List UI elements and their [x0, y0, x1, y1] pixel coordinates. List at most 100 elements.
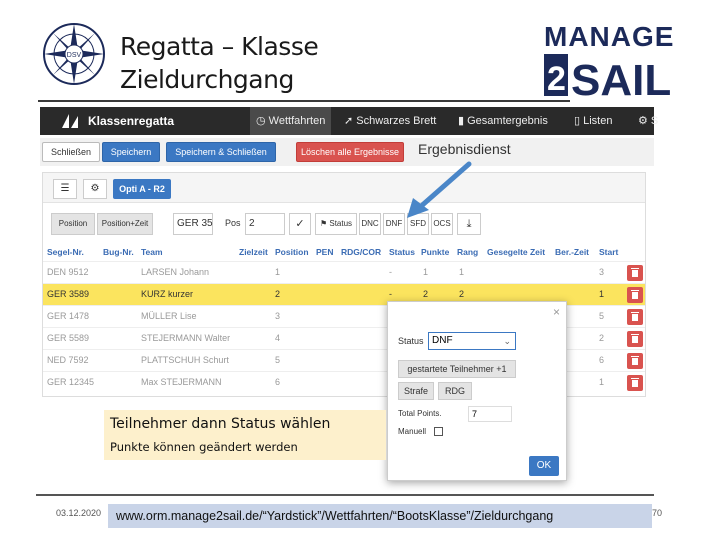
callout-line1: Teilnehmer dann Status wählen [110, 416, 331, 432]
modal-status-label: Status [398, 336, 424, 346]
nav-gesamtergebnis[interactable]: ▮ Gesamtergebnis [452, 107, 554, 135]
footer-divider [36, 494, 654, 496]
close-icon[interactable]: × [553, 305, 560, 319]
cell-status: - [389, 267, 392, 277]
results-service-heading: Ergebnisdienst [418, 141, 511, 157]
cell-points: 2 [423, 289, 429, 299]
gear-icon[interactable]: ⚙ [83, 179, 107, 199]
cell-team: KURZ kurzer [141, 289, 194, 299]
sail-number-input[interactable]: GER 35 [173, 213, 213, 235]
cell-team: Max STEJERMANN [141, 377, 222, 387]
nav-schwarzes-brett[interactable]: ➚ Schwarzes Brett [338, 107, 442, 135]
nav-settings[interactable]: ⚙ S [632, 107, 664, 135]
delete-all-results-button[interactable]: Löschen alle Ergebnisse [296, 142, 404, 162]
app-navbar: Klassenregatta ◷ Wettfahrten ➚ Schwarzes… [40, 107, 658, 135]
manage2sail-logo: MANAGE 2 SAIL [544, 20, 690, 105]
trash-icon[interactable] [627, 287, 643, 303]
trash-icon[interactable] [627, 375, 643, 391]
app-brand[interactable]: Klassenregatta [88, 114, 174, 128]
cell-position: 3 [275, 311, 281, 321]
col-points[interactable]: Punkte [421, 247, 449, 257]
table-row[interactable]: DEN 9512 LARSEN Johann 1 - 1 1 3 [43, 261, 645, 283]
trash-icon[interactable] [627, 331, 643, 347]
cell-position: 1 [275, 267, 281, 277]
cell-team: STEJERMANN Walter [141, 333, 231, 343]
pos-input[interactable]: 2 [245, 213, 285, 235]
cell-sail-no: DEN 9512 [47, 267, 89, 277]
title-divider [38, 100, 570, 102]
tab-position-time[interactable]: Position+Zeit [97, 213, 153, 235]
cell-rank: 2 [459, 289, 465, 299]
trash-icon[interactable] [627, 353, 643, 369]
status-modal: × Status DNF ⌄ gestartete Teilnehmer +1 … [387, 301, 567, 481]
cell-status: - [389, 289, 392, 299]
cell-position: 6 [275, 377, 281, 387]
cell-team: MÜLLER Lise [141, 311, 197, 321]
action-toolbar: Schließen Speichern Speichern & Schließe… [40, 138, 654, 166]
instruction-callout: Teilnehmer dann Status wählen Punkte kön… [104, 410, 386, 460]
quick-status-dnf[interactable]: DNF [383, 213, 405, 235]
nav-gesamtergebnis-label: Gesamtergebnis [467, 115, 548, 127]
save-button[interactable]: Speichern [102, 142, 160, 162]
trash-icon[interactable] [627, 309, 643, 325]
logo-2-text: 2 [547, 60, 566, 98]
rdg-button[interactable]: RDG [438, 382, 472, 400]
chevron-down-icon: ⌄ [503, 336, 511, 346]
cell-start: 3 [599, 267, 605, 277]
cell-start: 1 [599, 377, 605, 387]
close-button[interactable]: Schließen [42, 142, 100, 162]
slide-title-line1: Regatta – Klasse [120, 32, 319, 61]
slide-title-line2: Zieldurchgang [120, 65, 294, 94]
col-sailed-time[interactable]: Gesegelte Zeit [487, 247, 545, 257]
col-position[interactable]: Position [275, 247, 309, 257]
total-points-input[interactable]: 7 [468, 406, 512, 422]
cell-sail-no: GER 5589 [47, 333, 90, 343]
trash-icon[interactable] [627, 265, 643, 281]
col-rdg-cor[interactable]: RDG/COR [341, 247, 381, 257]
panel-header: ☰ ⚙ Opti A - R2 [43, 173, 645, 203]
document-icon: ▯ [574, 115, 584, 127]
col-start[interactable]: Start [599, 247, 618, 257]
manual-checkbox[interactable] [434, 427, 443, 436]
col-bow-no[interactable]: Bug-Nr. [103, 247, 134, 257]
quick-status-dnc[interactable]: DNC [359, 213, 381, 235]
col-corrected-time[interactable]: Ber.-Zeit [555, 247, 589, 257]
cell-team: LARSEN Johann [141, 267, 210, 277]
col-pen[interactable]: PEN [316, 247, 333, 257]
cell-position: 4 [275, 333, 281, 343]
cell-rank: 1 [459, 267, 465, 277]
col-sail-no[interactable]: Segel-Nr. [47, 247, 84, 257]
total-points-label: Total Points. [398, 409, 442, 418]
page-number: 70 [652, 508, 663, 518]
clock-icon: ◷ [256, 115, 269, 127]
slide-title: Regatta – Klasse Zieldurchgang [120, 30, 319, 96]
boat-icon [62, 114, 78, 128]
tab-position[interactable]: Position [51, 213, 95, 235]
cell-team: PLATTSCHUH Schurt [141, 355, 229, 365]
footer-date: 03.12.2020 [56, 508, 102, 518]
cell-start: 2 [599, 333, 605, 343]
status-select[interactable]: DNF ⌄ [428, 332, 516, 350]
cell-start: 5 [599, 311, 605, 321]
col-rank[interactable]: Rang [457, 247, 478, 257]
list-icon[interactable]: ☰ [53, 179, 77, 199]
col-finish-time[interactable]: Zielzeit [239, 247, 268, 257]
cell-position: 5 [275, 355, 281, 365]
confirm-check-icon[interactable]: ✓ [289, 213, 311, 235]
penalty-button[interactable]: Strafe [398, 382, 434, 400]
race-selector[interactable]: Opti A - R2 [113, 179, 171, 199]
ok-button[interactable]: OK [529, 456, 559, 476]
col-status[interactable]: Status [389, 247, 415, 257]
pin-icon: ➚ [344, 115, 357, 127]
nav-wettfahrten[interactable]: ◷ Wettfahrten [250, 107, 332, 135]
table-header: Segel-Nr. Bug-Nr. Team Zielzeit Position… [43, 245, 645, 261]
footer-url: www.orm.manage2sail.de/“Yardstick”/Wettf… [108, 504, 652, 528]
save-and-close-button[interactable]: Speichern & Schließen [166, 142, 276, 162]
logo-sail-text: SAIL [571, 56, 671, 100]
flag-icon: ⚑ [319, 219, 330, 228]
nav-listen[interactable]: ▯ Listen [568, 107, 618, 135]
status-button-label: Status [329, 219, 353, 228]
started-plus-one-button[interactable]: gestartete Teilnehmer +1 [398, 360, 516, 378]
status-button[interactable]: ⚑ Status [315, 213, 357, 235]
col-team[interactable]: Team [141, 247, 163, 257]
